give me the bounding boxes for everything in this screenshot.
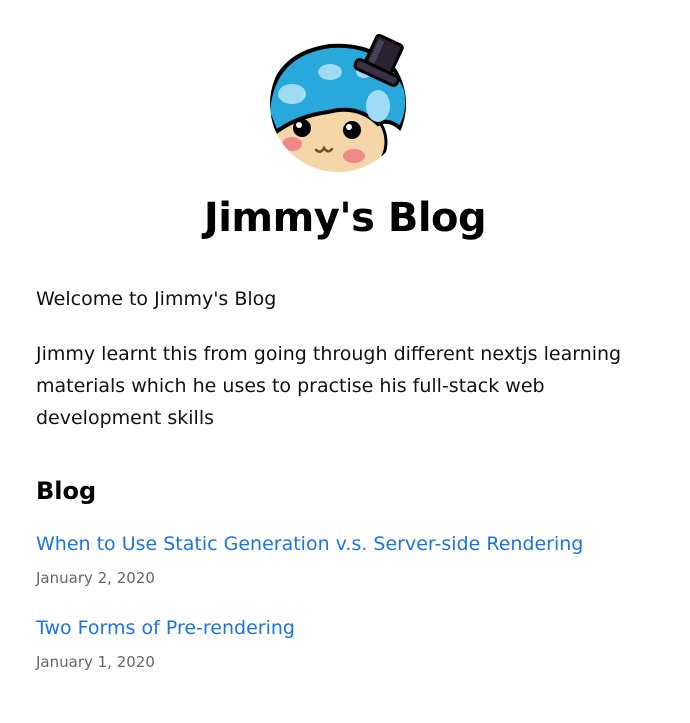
post-list-item: When to Use Static Generation v.s. Serve… (36, 528, 656, 590)
intro-description: Jimmy learnt this from going through dif… (36, 343, 622, 429)
profile-avatar (268, 32, 412, 176)
post-date: January 1, 2020 (36, 653, 155, 671)
post-list: When to Use Static Generation v.s. Serve… (36, 528, 656, 696)
post-link[interactable]: Two Forms of Pre-rendering (36, 612, 656, 644)
welcome-text: Welcome to Jimmy's Blog (36, 288, 277, 310)
post-date: January 2, 2020 (36, 569, 155, 587)
mushroom-avatar-icon (270, 33, 406, 172)
blog-heading: Blog (36, 477, 97, 505)
post-link[interactable]: When to Use Static Generation v.s. Serve… (36, 528, 656, 560)
post-list-item: Two Forms of Pre-rendering January 1, 20… (36, 612, 656, 674)
site-title: Jimmy's Blog (203, 195, 487, 241)
page: Jimmy's Blog Welcome to Jimmy's Blog Jim… (0, 0, 690, 723)
